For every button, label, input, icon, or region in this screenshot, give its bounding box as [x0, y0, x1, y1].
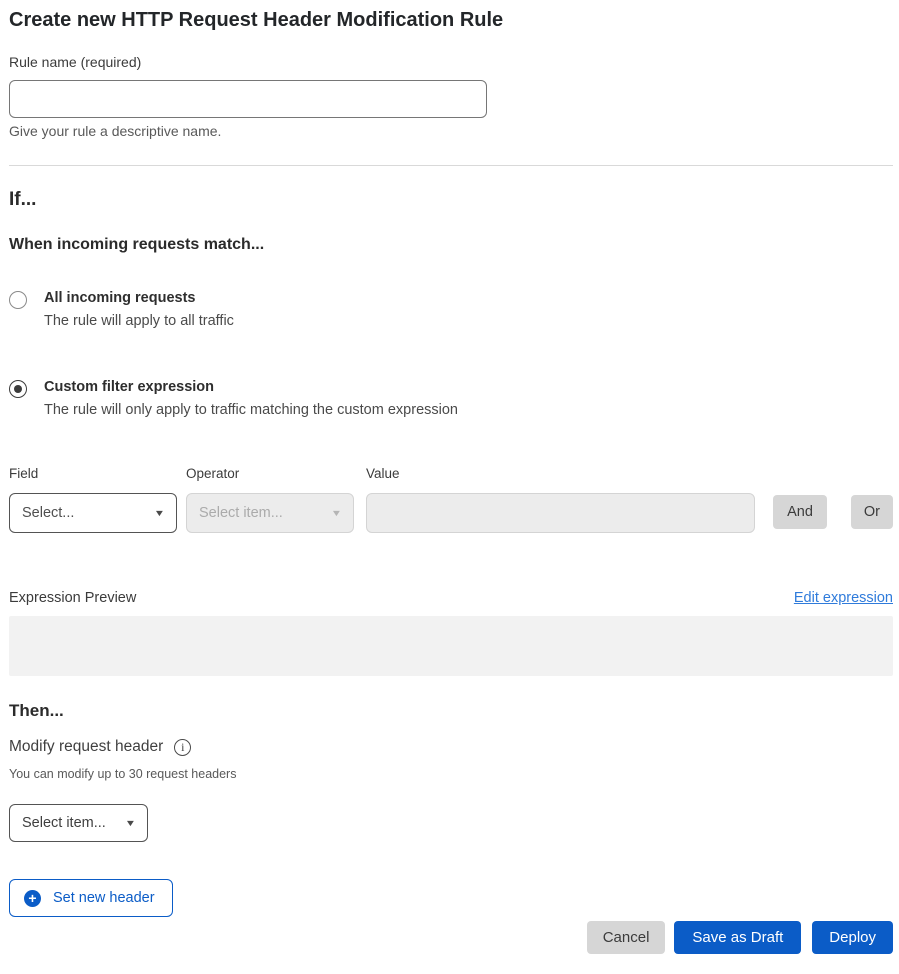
field-label: Field — [9, 467, 177, 481]
save-as-draft-button[interactable]: Save as Draft — [674, 921, 801, 954]
radio-button-icon[interactable] — [9, 291, 27, 309]
section-divider — [9, 165, 893, 166]
operator-select-value: Select item... — [199, 505, 283, 521]
if-heading: If... — [9, 189, 893, 211]
radio-option-texts: Custom filter expression The rule will o… — [44, 379, 458, 419]
header-action-select-value: Select item... — [22, 815, 106, 831]
deploy-button[interactable]: Deploy — [812, 921, 893, 954]
radio-option-description: The rule will apply to all traffic — [44, 313, 234, 330]
then-heading: Then... — [9, 701, 893, 721]
info-icon[interactable]: i — [174, 739, 191, 756]
radio-option-label: All incoming requests — [44, 290, 234, 307]
expression-preview-header: Expression Preview Edit expression — [9, 590, 893, 606]
match-subheading: When incoming requests match... — [9, 235, 893, 254]
header-action-select[interactable]: Select item... ▼ — [9, 804, 148, 842]
value-column: Value — [366, 467, 755, 533]
set-new-header-label: Set new header — [53, 890, 155, 906]
radio-option-texts: All incoming requests The rule will appl… — [44, 290, 234, 330]
and-button-wrap: And — [773, 495, 827, 529]
radio-custom-filter-expression[interactable]: Custom filter expression The rule will o… — [9, 379, 893, 419]
footer-actions: Cancel Save as Draft Deploy — [9, 921, 893, 954]
radio-all-incoming-requests[interactable]: All incoming requests The rule will appl… — [9, 290, 893, 330]
and-button[interactable]: And — [773, 495, 827, 529]
modify-header-row: Modify request header i — [9, 738, 893, 756]
cancel-button[interactable]: Cancel — [587, 921, 666, 954]
or-button[interactable]: Or — [851, 495, 893, 529]
set-new-header-button[interactable]: + Set new header — [9, 879, 173, 917]
chevron-down-icon: ▼ — [331, 508, 343, 518]
rule-name-label: Rule name (required) — [9, 54, 893, 70]
rule-name-input[interactable] — [9, 80, 487, 118]
field-column: Field Select... ▼ — [9, 467, 177, 533]
radio-option-label: Custom filter expression — [44, 379, 458, 396]
value-input[interactable] — [366, 493, 755, 533]
edit-expression-link[interactable]: Edit expression — [794, 590, 893, 606]
operator-select[interactable]: Select item... ▼ — [186, 493, 354, 533]
expression-preview-box — [9, 616, 893, 676]
operator-label: Operator — [186, 467, 354, 481]
expression-builder-row: Field Select... ▼ Operator Select item..… — [9, 467, 893, 533]
create-rule-form: Create new HTTP Request Header Modificat… — [0, 0, 899, 974]
expression-preview-label: Expression Preview — [9, 590, 136, 606]
radio-option-description: The rule will only apply to traffic matc… — [44, 402, 458, 419]
plus-circle-icon: + — [24, 890, 41, 907]
chevron-down-icon: ▼ — [154, 508, 166, 518]
header-count-helper: You can modify up to 30 request headers — [9, 767, 893, 781]
operator-column: Operator Select item... ▼ — [186, 467, 354, 533]
page-title: Create new HTTP Request Header Modificat… — [9, 9, 893, 31]
field-select[interactable]: Select... ▼ — [9, 493, 177, 533]
or-button-wrap: Or — [827, 495, 893, 529]
rule-name-helper: Give your rule a descriptive name. — [9, 124, 893, 139]
chevron-down-icon: ▼ — [125, 818, 137, 828]
field-select-value: Select... — [22, 505, 74, 521]
value-label: Value — [366, 467, 755, 481]
radio-button-icon[interactable] — [9, 380, 27, 398]
modify-header-label: Modify request header — [9, 738, 163, 756]
